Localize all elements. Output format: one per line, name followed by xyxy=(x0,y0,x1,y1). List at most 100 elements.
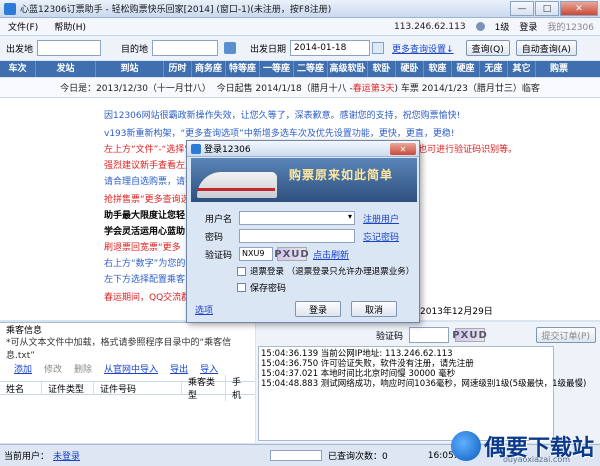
dialog-app-icon xyxy=(191,143,201,154)
password-label: 密码 xyxy=(205,232,224,243)
today-info: 今日是：2013/12/30（十一月廿八） xyxy=(60,84,211,94)
submit-order-button[interactable]: 提交订单(P) xyxy=(535,327,596,343)
save-password-checkbox[interactable] xyxy=(237,283,246,292)
notice-line: 春运期间，QQ交流群 xyxy=(104,293,191,303)
pcol-id-number[interactable]: 证件号码 xyxy=(94,381,182,395)
import-from-web-link[interactable]: 从官网中导入 xyxy=(104,362,158,375)
notice-line: 学会灵活运用心蓝助 xyxy=(104,227,186,237)
col-to[interactable]: 到站 xyxy=(96,61,164,77)
app-icon xyxy=(4,2,16,15)
col-no-seat[interactable]: 无座 xyxy=(480,61,508,77)
date-picker[interactable]: 2014-01-18 xyxy=(290,40,371,56)
captcha-input[interactable] xyxy=(409,327,450,343)
watermark-url: ouyaoxiazai.com xyxy=(502,455,570,464)
pcol-phone[interactable]: 手机 xyxy=(226,375,254,401)
calendar-icon[interactable] xyxy=(372,42,385,54)
pcol-id-type[interactable]: 证件类型 xyxy=(42,381,94,395)
swap-stations-icon[interactable] xyxy=(224,42,237,54)
from-label: 出发地 xyxy=(6,44,34,55)
pcol-name[interactable]: 姓名 xyxy=(0,381,42,395)
chevron-down-icon[interactable]: ▾ xyxy=(348,212,352,221)
options-link[interactable]: 选项 xyxy=(195,303,213,316)
temp-train-info: ) 车票 2014/1/23（腊月廿三）临客 xyxy=(394,84,540,94)
col-buy[interactable]: 购票 xyxy=(536,61,582,77)
col-deluxe-sleeper[interactable]: 高级软卧 xyxy=(328,61,368,77)
dialog-login-button[interactable]: 登录 xyxy=(295,301,341,317)
menu-file[interactable]: 文件(F) xyxy=(0,20,46,33)
results-table-header: 车次 发站 到站 历时 商务座 特等座 一等座 二等座 高级软卧 软卧 硬卧 软… xyxy=(0,61,600,77)
log-line: 15:04:48.883 测试网络成功，响应时间1036毫秒，网速级别1级(5级… xyxy=(261,379,587,389)
captcha-image[interactable]: PXUD xyxy=(452,328,487,342)
col-soft-seat[interactable]: 软座 xyxy=(424,61,452,77)
query-button[interactable]: 查询(Q) xyxy=(465,40,510,56)
menu-help[interactable]: 帮助(H) xyxy=(46,20,94,33)
import-link[interactable]: 导入 xyxy=(200,362,218,375)
ip-address: 113.246.62.113 xyxy=(394,21,466,32)
login-link[interactable]: 登录 xyxy=(519,20,537,33)
col-train[interactable]: 车次 xyxy=(0,61,36,77)
save-password-label: 保存密码 xyxy=(250,284,287,294)
user-level: 1级 xyxy=(494,23,510,33)
refund-login-checkbox[interactable] xyxy=(237,266,246,276)
col-soft-sleeper[interactable]: 软卧 xyxy=(368,61,396,77)
forgot-password-link[interactable]: 忘记密码 xyxy=(363,230,399,243)
to-input[interactable] xyxy=(152,40,219,56)
spring-day: 春运第3天 xyxy=(352,84,395,94)
dialog-title: 登录12306 xyxy=(204,145,251,155)
log-line: 15:04:36.750 许可验证失败，软件没有注册，请先注册 xyxy=(261,359,474,369)
minimize-button[interactable]: — xyxy=(510,1,534,16)
passenger-tip: *可从文本文件中加载，格式请参照程序目录中的“乘客信息.txt” xyxy=(6,338,232,361)
username-input[interactable]: ▾ xyxy=(239,211,355,225)
col-first[interactable]: 一等座 xyxy=(260,61,294,77)
order-panel: 验证码 PXUD 提交订单(P) 15:04:36.139 当前公网IP地址: … xyxy=(256,322,600,443)
add-passenger-link[interactable]: 添加 xyxy=(14,362,32,375)
dialog-banner: 购票原来如此简单 xyxy=(191,158,417,202)
banner-slogan: 购票原来如此简单 xyxy=(289,168,394,182)
col-hard-seat[interactable]: 硬座 xyxy=(452,61,480,77)
notice-line: 左下方选择配置乘客 xyxy=(104,275,186,285)
captcha-row: 验证码 PXUD 提交订单(P) xyxy=(256,324,600,346)
date-info-bar: 今日是：2013/12/30（十一月廿八） 今日起售 2014/1/18（腊月十… xyxy=(0,78,600,98)
window-titlebar: 心蓝12306订票助手 - 轻松购票快乐回家[2014] (窗口-1)(未注册，… xyxy=(0,0,600,18)
current-user-label: 当前用户： xyxy=(4,452,50,462)
username-label: 用户名 xyxy=(205,214,233,225)
dialog-close-button[interactable]: ✕ xyxy=(390,143,416,155)
col-special[interactable]: 特等座 xyxy=(226,61,260,77)
col-second[interactable]: 二等座 xyxy=(294,61,328,77)
from-input[interactable] xyxy=(37,40,102,56)
refresh-captcha-link[interactable]: 点击刷新 xyxy=(313,248,349,261)
pcol-passenger-type[interactable]: 乘客类型 xyxy=(182,375,226,401)
auto-query-button[interactable]: 自动查询(A) xyxy=(515,40,577,56)
date-label: 出发日期 xyxy=(250,44,287,55)
log-line: 15:04:37.021 本地时间比北京时间慢 30000 毫秒 xyxy=(261,369,456,379)
register-link[interactable]: 注册用户 xyxy=(363,212,399,225)
delete-passenger-link[interactable]: 删除 xyxy=(74,362,92,375)
col-duration[interactable]: 历时 xyxy=(164,61,192,77)
password-input[interactable] xyxy=(239,229,355,243)
export-link[interactable]: 导出 xyxy=(170,362,188,375)
dialog-cancel-button[interactable]: 取消 xyxy=(351,301,397,317)
passenger-panel: 乘客信息 *可从文本文件中加载，格式请参照程序目录中的“乘客信息.txt” 添加… xyxy=(0,322,255,443)
presale-info: 今日起售 2014/1/18（腊月十八 - xyxy=(216,84,353,94)
edit-passenger-link[interactable]: 修改 xyxy=(44,362,62,375)
log-line: 15:04:36.139 当前公网IP地址: 113.246.62.113 xyxy=(261,349,453,359)
my12306-link[interactable]: 我的12306 xyxy=(547,20,594,33)
captcha-label: 验证码 xyxy=(376,331,404,342)
not-logged-in-link[interactable]: 未登录 xyxy=(53,449,80,462)
window-title: 心蓝12306订票助手 - 轻松购票快乐回家[2014] (窗口-1)(未注册，… xyxy=(20,5,332,15)
dialog-titlebar: 登录12306 ✕ xyxy=(187,141,419,157)
col-from[interactable]: 发站 xyxy=(36,61,96,77)
dialog-captcha-label: 验证码 xyxy=(205,250,233,261)
menu-right: 113.246.62.113 1级 登录 我的12306 xyxy=(394,20,594,34)
menu-bar: 文件(F) 帮助(H) 113.246.62.113 1级 登录 我的12306 xyxy=(0,18,600,36)
maximize-button[interactable]: □ xyxy=(535,1,559,16)
dialog-captcha-image[interactable]: PXUD xyxy=(274,247,309,261)
close-button[interactable]: ✕ xyxy=(560,1,598,16)
train-stripe xyxy=(197,188,275,191)
col-hard-sleeper[interactable]: 硬卧 xyxy=(396,61,424,77)
more-options-link[interactable]: 更多查询设置↓ xyxy=(392,42,454,55)
col-other[interactable]: 其它 xyxy=(508,61,536,77)
passenger-table-header: 姓名 证件类型 证件号码 乘客类型 手机 xyxy=(0,375,255,401)
dialog-captcha-input[interactable]: NXU9 xyxy=(239,247,273,261)
col-business[interactable]: 商务座 xyxy=(192,61,226,77)
